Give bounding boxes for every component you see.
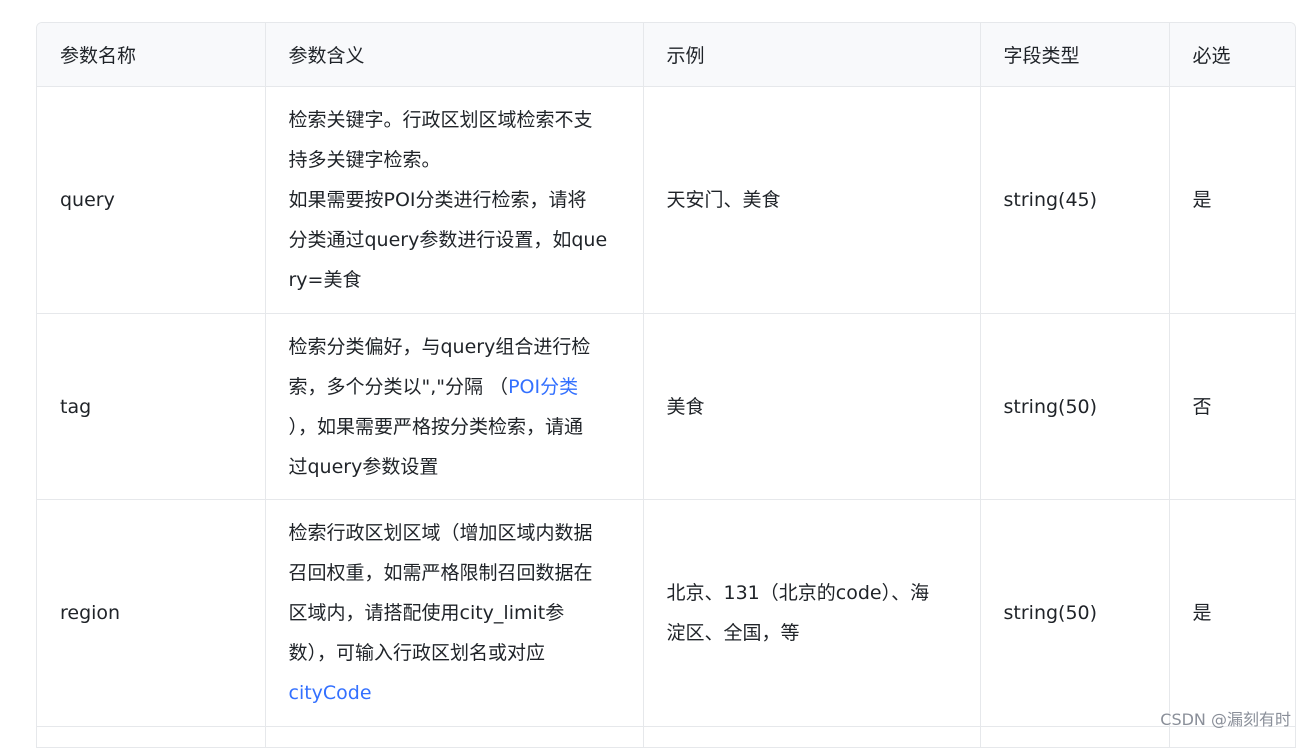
example-cell: 天安门、美食 (643, 86, 981, 314)
table-header-row: 参数名称 参数含义 示例 字段类型 必选 (37, 23, 1295, 87)
meaning-text: 索，多个分类以","分隔 （ (288, 375, 509, 398)
required-cell: 是 (1169, 499, 1295, 727)
table-row-partial (37, 726, 1295, 748)
meaning-line: ry=美食 (288, 269, 362, 291)
header-param-name: 参数名称 (37, 23, 266, 87)
header-param-meaning: 参数含义 (265, 23, 644, 87)
table-row: query 检索关键字。行政区划区域检索不支 持多关键字检索。 如果需要按POI… (37, 86, 1295, 314)
meaning-line: 召回权重，如需严格限制召回数据在 (288, 562, 593, 584)
api-params-table: 参数名称 参数含义 示例 字段类型 必选 query 检索关键字。行政区划区域检… (36, 22, 1296, 748)
param-name-cell: tag (37, 313, 266, 500)
required-cell: 是 (1169, 86, 1295, 314)
param-meaning-cell: 检索行政区划区域（增加区域内数据 召回权重，如需严格限制召回数据在 区域内，请搭… (265, 499, 644, 727)
example-cell: 北京、131（北京的code）、海 淀区、全国，等 (643, 499, 981, 727)
header-field-type: 字段类型 (980, 23, 1170, 87)
meaning-line: 数），可输入行政区划名或对应 (288, 642, 546, 664)
params-table: 参数名称 参数含义 示例 字段类型 必选 query 检索关键字。行政区划区域检… (37, 23, 1295, 748)
meaning-line: 检索分类偏好，与query组合进行检 (288, 335, 591, 358)
meaning-line: 检索关键字。行政区划区域检索不支 (288, 109, 593, 131)
param-name-cell: region (37, 499, 266, 727)
field-type-cell: string(50) (980, 313, 1170, 500)
citycode-link[interactable]: cityCode (289, 673, 620, 713)
table-row: tag 检索分类偏好，与query组合进行检 索，多个分类以","分隔 （POI… (37, 313, 1295, 500)
example-line: 淀区、全国，等 (666, 622, 800, 644)
required-cell: 否 (1169, 313, 1295, 500)
table-row: region 检索行政区划区域（增加区域内数据 召回权重，如需严格限制召回数据在… (37, 499, 1295, 727)
header-example: 示例 (643, 23, 981, 87)
meaning-line: 索，多个分类以","分隔 （POI分类 (289, 367, 620, 407)
param-meaning-cell: 检索关键字。行政区划区域检索不支 持多关键字检索。 如果需要按POI分类进行检索… (265, 86, 644, 314)
field-type-cell: string(45) (980, 86, 1170, 314)
field-type-cell: string(50) (980, 499, 1170, 727)
meaning-line: 区域内，请搭配使用city_limit参 (288, 602, 565, 624)
example-cell: 美食 (643, 313, 981, 500)
meaning-line: 如果需要按POI分类进行检索，请将 (288, 189, 587, 211)
meaning-line: 检索行政区划区域（增加区域内数据 (288, 522, 593, 544)
meaning-line: ），如果需要严格按分类检索，请通 (288, 415, 584, 438)
meaning-line: 分类通过query参数进行设置，如que (288, 229, 608, 251)
poi-category-link[interactable]: POI分类 (508, 376, 578, 398)
param-name-cell: query (37, 86, 266, 314)
param-meaning-cell: 检索分类偏好，与query组合进行检 索，多个分类以","分隔 （POI分类 ）… (265, 313, 644, 500)
meaning-line: 持多关键字检索。 (288, 149, 441, 171)
csdn-watermark: CSDN @漏刻有时 (1160, 710, 1291, 729)
example-line: 北京、131（北京的code）、海 (666, 582, 930, 604)
meaning-line: 过query参数设置 (288, 455, 439, 478)
header-required: 必选 (1169, 23, 1295, 87)
